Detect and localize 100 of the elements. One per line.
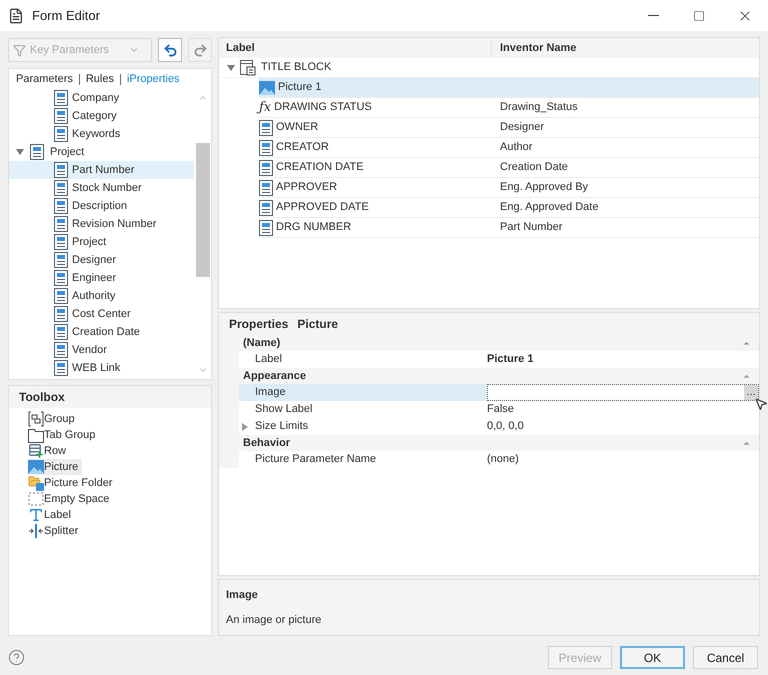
form-field-icon (54, 180, 68, 196)
splitter-icon (28, 523, 44, 539)
toolbox-item[interactable]: Tab Group (28, 427, 100, 443)
table-cell-text: Part Number (499, 220, 562, 236)
tree-item[interactable]: WEB Link (9, 359, 194, 377)
toolbox-item[interactable]: Picture (28, 459, 82, 475)
form-field-icon (54, 234, 68, 250)
form-field-icon (54, 270, 68, 286)
tree-item[interactable]: Part Number (9, 161, 194, 179)
picture-icon (28, 460, 44, 474)
form-tree-row[interactable]: Picture 1 (259, 78, 759, 98)
toolbox-item[interactable]: Empty Space (28, 491, 114, 507)
selected-object-name: Picture (297, 316, 338, 333)
panel-tab[interactable]: Rules (86, 70, 114, 88)
form-icon (8, 8, 24, 24)
group-icon (28, 411, 44, 427)
property-name[interactable]: Picture Parameter Name (239, 451, 487, 468)
form-field-icon (54, 108, 68, 124)
property-name[interactable]: Show Label (239, 401, 487, 418)
tree-item[interactable]: Keywords (9, 125, 194, 143)
panel-title: Properties (229, 316, 288, 333)
form-group-icon (240, 60, 256, 76)
form-field-icon (259, 160, 273, 176)
dialog-button[interactable]: OK (620, 646, 685, 669)
tree-item[interactable]: Authority (9, 287, 194, 305)
tree-item[interactable]: Engineer (9, 269, 194, 287)
table-cell-text: Author (499, 140, 532, 156)
maximize-icon (693, 10, 705, 22)
tree-item[interactable]: Revision Number (9, 215, 194, 233)
tree-item[interactable]: Project (9, 143, 194, 161)
filter-placeholder: Key Parameters (30, 42, 109, 58)
form-field-icon (259, 220, 273, 236)
tree-item[interactable]: Project (9, 233, 194, 251)
form-field-icon (54, 162, 68, 178)
form-tree-row[interactable]: APPROVED DATE Eng. Approved Date (259, 198, 759, 218)
column-header[interactable]: Label (219, 40, 492, 56)
form-field-icon (54, 126, 68, 142)
form-tree-row[interactable]: CREATOR Author (259, 138, 759, 158)
form-field-icon (54, 342, 68, 358)
toolbox-item[interactable]: Row (28, 443, 70, 459)
form-field-icon (259, 180, 273, 196)
table-cell-text: CREATOR (276, 140, 329, 156)
form-tree-row[interactable]: ƒx DRAWING STATUS Drawing_Status (259, 98, 759, 118)
form-tree-row[interactable]: DRG NUMBER Part Number (259, 218, 759, 238)
description-title: Image (226, 588, 259, 603)
tree-item[interactable]: Vendor (9, 341, 194, 359)
tree-item[interactable]: Creation Date (9, 323, 194, 341)
form-tree-row[interactable]: CREATION DATE Creation Date (259, 158, 759, 178)
add-row-icon (28, 443, 44, 459)
toolbox-item[interactable]: Label (28, 507, 75, 523)
property-name[interactable]: Image (239, 384, 487, 401)
collapse-arrow-icon[interactable] (16, 148, 24, 156)
form-field-icon (30, 144, 44, 160)
browse-button[interactable]: … (744, 385, 758, 400)
form-tree-row[interactable]: APPROVER Eng. Approved By (259, 178, 759, 198)
table-cell-text: Picture 1 (278, 80, 322, 96)
formula-icon: ƒx (259, 101, 272, 114)
property-name[interactable]: Size Limits (239, 418, 487, 435)
table-cell-text: CREATION DATE (276, 160, 364, 176)
table-cell-text: Creation Date (499, 160, 568, 176)
minimize-icon (648, 15, 658, 16)
column-header[interactable]: Inventor Name (492, 40, 576, 56)
property-value[interactable]: 0,0, 0,0 (487, 418, 759, 435)
form-field-icon (54, 252, 68, 268)
description-text: An image or picture (226, 612, 322, 628)
tree-item[interactable]: Designer (9, 251, 194, 269)
form-field-icon (54, 288, 68, 304)
toolbox-item[interactable]: Picture Folder (28, 475, 116, 491)
picture-folder-icon (28, 475, 44, 491)
undo-button[interactable] (158, 38, 182, 62)
toolbox-item[interactable]: Group (28, 411, 79, 427)
tree-item[interactable]: Category (9, 107, 194, 125)
dialog-button[interactable]: Cancel (693, 646, 758, 669)
panel-title: Toolbox (19, 389, 65, 406)
tree-item[interactable]: Stock Number (9, 179, 194, 197)
table-cell-text: OWNER (276, 120, 318, 136)
tree-item[interactable]: Description (9, 197, 194, 215)
folder-icon (28, 427, 44, 443)
expand-arrow-icon[interactable] (241, 422, 249, 430)
collapse-arrow-icon[interactable] (227, 64, 235, 72)
tree-item[interactable]: Company (9, 89, 194, 107)
table-cell-text: DRG NUMBER (276, 220, 352, 236)
form-field-icon (259, 140, 273, 156)
table-cell-text: DRAWING STATUS (274, 100, 372, 116)
forward-arrow-icon (192, 42, 208, 58)
letter-icon (28, 507, 44, 523)
toolbox-item[interactable]: Splitter (28, 523, 82, 539)
help-icon[interactable] (8, 649, 25, 666)
panel-tab[interactable]: Parameters (16, 70, 73, 88)
table-cell-text: Eng. Approved By (499, 180, 588, 196)
panel-tab[interactable]: iProperties (126, 70, 180, 88)
property-name[interactable]: Label (239, 351, 487, 368)
form-tree-row[interactable]: OWNER Designer (259, 118, 759, 138)
tree-item[interactable]: Cost Center (9, 305, 194, 323)
back-arrow-icon (162, 42, 178, 58)
property-value[interactable]: (none) (487, 451, 759, 468)
form-tree-item[interactable]: TITLE BLOCK (261, 59, 332, 76)
property-value[interactable]: Picture 1 (487, 351, 759, 368)
table-cell-text: APPROVED DATE (276, 200, 369, 216)
table-cell-text: APPROVER (276, 180, 338, 196)
